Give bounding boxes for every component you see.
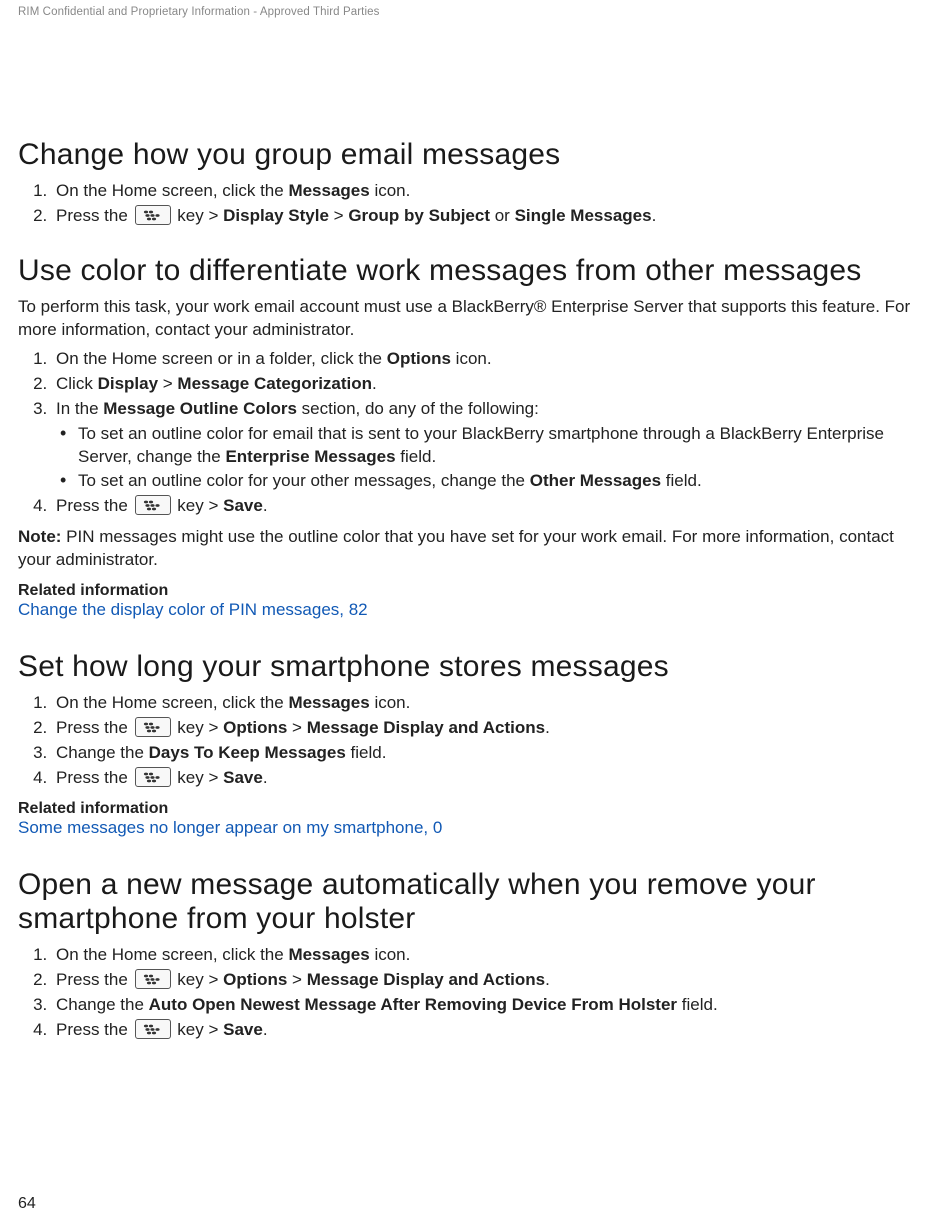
note-paragraph: Note: PIN messages might use the outline… xyxy=(18,526,931,572)
bold-term: Save xyxy=(223,1020,263,1039)
step-item: Press the key > Save. xyxy=(52,495,931,518)
bold-term: Message Display and Actions xyxy=(307,718,545,737)
blackberry-menu-key-icon xyxy=(135,767,171,787)
blackberry-menu-key-icon xyxy=(135,205,171,225)
page-number: 64 xyxy=(18,1195,36,1213)
related-info-link[interactable]: Change the display color of PIN messages… xyxy=(18,600,368,620)
bold-term: Save xyxy=(223,496,263,515)
bold-term: Auto Open Newest Message After Removing … xyxy=(149,995,677,1014)
step-item: Click Display > Message Categorization. xyxy=(52,373,931,396)
bold-term: Options xyxy=(223,970,287,989)
sub-bullet-item: To set an outline color for email that i… xyxy=(78,423,931,469)
content: Change how you group email messages On th… xyxy=(18,138,931,1042)
bold-term: Messages xyxy=(288,181,369,200)
bold-term: Message Outline Colors xyxy=(103,399,297,418)
blackberry-menu-key-icon xyxy=(135,969,171,989)
page: RIM Confidential and Proprietary Informa… xyxy=(0,0,949,1227)
step-item: Press the key > Display Style > Group by… xyxy=(52,205,931,228)
step-item: Change the Days To Keep Messages field. xyxy=(52,742,931,765)
sub-bullet-item: To set an outline color for your other m… xyxy=(78,470,931,493)
section-title: Open a new message automatically when yo… xyxy=(18,868,931,936)
section-intro: To perform this task, your work email ac… xyxy=(18,296,931,342)
bold-term: Group by Subject xyxy=(348,206,490,225)
bold-term: Message Display and Actions xyxy=(307,970,545,989)
blackberry-menu-key-icon xyxy=(135,1019,171,1039)
bold-term: Message Categorization xyxy=(177,374,372,393)
bold-term: Options xyxy=(387,349,451,368)
bold-term: Days To Keep Messages xyxy=(149,743,346,762)
related-info-heading: Related information xyxy=(18,800,931,818)
step-item: Change the Auto Open Newest Message Afte… xyxy=(52,994,931,1017)
step-item: In the Message Outline Colors section, d… xyxy=(52,398,931,494)
related-info-link[interactable]: Some messages no longer appear on my sma… xyxy=(18,818,442,838)
bold-term: Display Style xyxy=(223,206,329,225)
section-title: Use color to differentiate work messages… xyxy=(18,254,931,288)
bold-term: Other Messages xyxy=(530,471,661,490)
bold-term: Single Messages xyxy=(515,206,652,225)
bold-term: Messages xyxy=(288,693,369,712)
section-title: Change how you group email messages xyxy=(18,138,931,172)
bold-term: Enterprise Messages xyxy=(225,447,395,466)
step-list: On the Home screen, click the Messages i… xyxy=(18,692,931,790)
bold-term: Note: xyxy=(18,527,66,546)
blackberry-menu-key-icon xyxy=(135,495,171,515)
step-list: On the Home screen or in a folder, click… xyxy=(18,348,931,519)
step-item: On the Home screen or in a folder, click… xyxy=(52,348,931,371)
bold-term: Options xyxy=(223,718,287,737)
step-item: Press the key > Save. xyxy=(52,767,931,790)
step-item: On the Home screen, click the Messages i… xyxy=(52,692,931,715)
confidential-header: RIM Confidential and Proprietary Informa… xyxy=(18,6,931,18)
bold-term: Messages xyxy=(288,945,369,964)
bold-term: Save xyxy=(223,768,263,787)
blackberry-menu-key-icon xyxy=(135,717,171,737)
step-list: On the Home screen, click the Messages i… xyxy=(18,180,931,228)
step-item: On the Home screen, click the Messages i… xyxy=(52,180,931,203)
bold-term: Display xyxy=(98,374,158,393)
step-item: On the Home screen, click the Messages i… xyxy=(52,944,931,967)
step-list: On the Home screen, click the Messages i… xyxy=(18,944,931,1042)
step-item: Press the key > Options > Message Displa… xyxy=(52,969,931,992)
step-item: Press the key > Save. xyxy=(52,1019,931,1042)
related-info-heading: Related information xyxy=(18,582,931,600)
section-title: Set how long your smartphone stores mess… xyxy=(18,650,931,684)
sub-bullet-list: To set an outline color for email that i… xyxy=(56,423,931,494)
step-item: Press the key > Options > Message Displa… xyxy=(52,717,931,740)
